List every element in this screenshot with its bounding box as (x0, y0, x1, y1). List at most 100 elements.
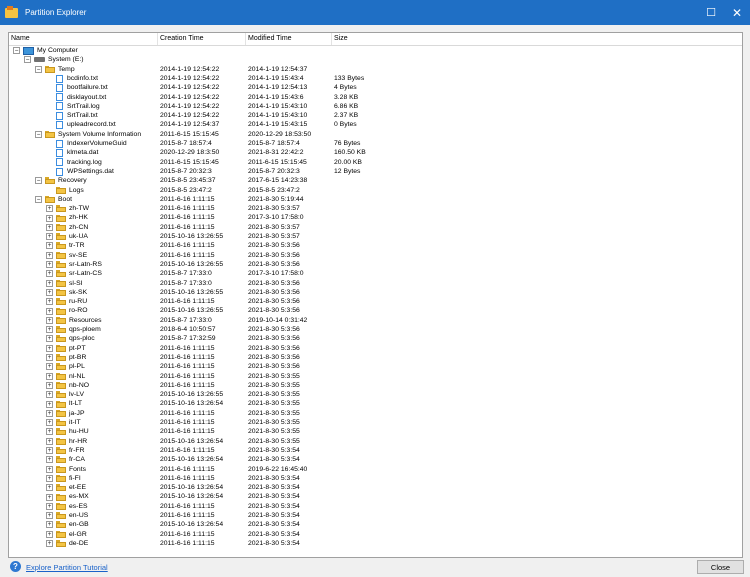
file-tree-panel[interactable]: Name Creation Time Modified Time Size − M… (8, 32, 743, 558)
tree-row[interactable]: + Resources 2015-8-7 17:33:0 2019-10-14 0:3… (9, 316, 742, 325)
expand-icon[interactable]: + (46, 233, 53, 241)
tree-row[interactable]: + zh-TW 2011-6-16 1:11:15 2021-8-30 5:3:57 (9, 204, 742, 213)
tree-row[interactable]: + fr-CA 2015-10-16 13:26:54 2021-8-30 5:3:5… (9, 455, 742, 464)
tree-row[interactable]: + es-ES 2011-6-16 1:11:15 2021-8-30 5:3:54 (9, 502, 742, 511)
tree-row[interactable]: + fi-FI 2011-6-16 1:11:15 2021-8-30 5:3:54 (9, 474, 742, 483)
expand-icon[interactable]: + (46, 465, 53, 473)
expand-icon[interactable]: + (46, 223, 53, 231)
tree-row[interactable]: + it-IT 2011-6-16 1:11:15 2021-8-30 5:3:55 (9, 418, 742, 427)
expand-icon[interactable]: + (46, 540, 53, 548)
tree-row[interactable]: IndexerVolumeGuid 2015-8-7 18:57:4 2015-8-… (9, 139, 742, 148)
tree-row[interactable]: + nb-NO 2011-6-16 1:11:15 2021-8-30 5:3:55 (9, 381, 742, 390)
tree-row[interactable]: + en-GB 2015-10-16 13:26:54 2021-8-30 5:3:5… (9, 520, 742, 529)
tree-row[interactable]: + sr-Latn-RS 2015-10-16 13:26:55 2021-8-30 … (9, 260, 742, 269)
tree-row[interactable]: − Temp 2014-1-19 12:54:22 2014-1-19 12:54:3… (9, 65, 742, 74)
tree-row[interactable]: + pt-BR 2011-6-16 1:11:15 2021-8-30 5:3:56 (9, 353, 742, 362)
expand-icon[interactable]: + (46, 344, 53, 352)
collapse-icon[interactable]: − (35, 130, 42, 138)
tree-row[interactable]: tracking.log 2011-6-15 15:15:45 2011-6-15 … (9, 158, 742, 167)
collapse-icon[interactable]: − (35, 177, 42, 185)
expand-icon[interactable]: + (46, 400, 53, 408)
column-header-creation-time[interactable]: Creation Time (158, 33, 246, 45)
tree-row[interactable]: + pl-PL 2011-6-16 1:11:15 2021-8-30 5:3:56 (9, 362, 742, 371)
expand-icon[interactable]: + (46, 474, 53, 482)
tree-row[interactable]: + ro-RO 2015-10-16 13:26:55 2021-8-30 5:3:5… (9, 306, 742, 315)
column-header-size[interactable]: Size (332, 33, 742, 45)
close-icon[interactable]: ✕ (724, 0, 750, 25)
expand-icon[interactable]: + (46, 419, 53, 427)
expand-icon[interactable]: + (46, 391, 53, 399)
tree-row[interactable]: + qps-ploem 2018-6-4 10:50:57 2021-8-30 5:3… (9, 325, 742, 334)
expand-icon[interactable]: + (46, 428, 53, 436)
column-header-name[interactable]: Name (9, 33, 158, 45)
collapse-icon[interactable]: − (24, 56, 31, 64)
tree-row[interactable]: + fr-FR 2011-6-16 1:11:15 2021-8-30 5:3:54 (9, 446, 742, 455)
collapse-icon[interactable]: − (35, 195, 42, 203)
expand-icon[interactable]: + (46, 372, 53, 380)
expand-icon[interactable]: + (46, 354, 53, 362)
maximize-icon[interactable]: ☐ (698, 0, 724, 25)
tree-row[interactable]: − Boot 2011-6-16 1:11:15 2021-8-30 5:19:44 (9, 195, 742, 204)
expand-icon[interactable]: + (46, 298, 53, 306)
tree-row[interactable]: + es-MX 2015-10-16 13:26:54 2021-8-30 5:3:5… (9, 492, 742, 501)
tree-row[interactable]: + nl-NL 2011-6-16 1:11:15 2021-8-30 5:3:55 (9, 372, 742, 381)
help-icon[interactable]: ? (10, 561, 21, 572)
expand-icon[interactable]: + (46, 502, 53, 510)
expand-icon[interactable]: + (46, 251, 53, 259)
tree-row[interactable]: − My Computer (9, 46, 742, 55)
tree-row[interactable]: + qps-ploc 2015-8-7 17:32:59 2021-8-30 5:3:… (9, 334, 742, 343)
expand-icon[interactable]: + (46, 205, 53, 213)
tree-row[interactable]: + sv-SE 2011-6-16 1:11:15 2021-8-30 5:3:56 (9, 251, 742, 260)
expand-icon[interactable]: + (46, 363, 53, 371)
expand-icon[interactable]: + (46, 484, 53, 492)
expand-icon[interactable]: + (46, 214, 53, 222)
tree-row[interactable]: + et-EE 2015-10-16 13:26:54 2021-8-30 5:3:5… (9, 483, 742, 492)
tree-row[interactable]: + lt-LT 2015-10-16 13:26:54 2021-8-30 5:3:5… (9, 399, 742, 408)
expand-icon[interactable]: + (46, 512, 53, 520)
tree-row[interactable]: bootfailure.txt 2014-1-19 12:54:22 2014-1-… (9, 83, 742, 92)
tree-row[interactable]: − System Volume Information 2011-6-15 15:1… (9, 130, 742, 139)
tree-row[interactable]: disklayout.txt 2014-1-19 12:54:22 2014-1-1… (9, 93, 742, 102)
tree-row[interactable]: + de-DE 2011-6-16 1:11:15 2021-8-30 5:3:54 (9, 539, 742, 548)
expand-icon[interactable]: + (46, 530, 53, 538)
tree-row[interactable]: upleadrecord.txt 2014-1-19 12:54:37 2014-1… (9, 120, 742, 130)
tree-row[interactable]: + zh-HK 2011-6-16 1:11:15 2017-3-10 17:58:0 (9, 213, 742, 222)
collapse-icon[interactable]: − (35, 65, 42, 73)
expand-icon[interactable]: + (46, 437, 53, 445)
expand-icon[interactable]: + (46, 335, 53, 343)
expand-icon[interactable]: + (46, 326, 53, 334)
tree-row[interactable]: + Fonts 2011-6-16 1:11:15 2019-6-22 16:45:4… (9, 465, 742, 474)
tree-row[interactable]: + hu-HU 2011-6-16 1:11:15 2021-8-30 5:3:55 (9, 427, 742, 436)
tree-row[interactable]: − Recovery 2015-8-5 23:45:37 2017-6-15 14:2… (9, 176, 742, 185)
tree-row[interactable]: + zh-CN 2011-6-16 1:11:15 2021-8-30 5:3:57 (9, 223, 742, 232)
explore-partition-tutorial-link[interactable]: Explore Partition Tutorial (26, 563, 108, 572)
expand-icon[interactable]: + (46, 456, 53, 464)
tree-row[interactable]: + uk-UA 2015-10-16 13:26:55 2021-8-30 5:3:5… (9, 232, 742, 241)
expand-icon[interactable]: + (46, 261, 53, 269)
tree-row[interactable]: Logs 2015-8-5 23:47:2 2015-8-5 23:47:2 (9, 186, 742, 195)
expand-icon[interactable]: + (46, 447, 53, 455)
tree-row[interactable]: + sk-SK 2015-10-16 13:26:55 2021-8-30 5:3:5… (9, 288, 742, 297)
tree-row[interactable]: − System (E:) (9, 55, 742, 64)
tree-row[interactable]: + el-GR 2011-6-16 1:11:15 2021-8-30 5:3:54 (9, 530, 742, 539)
expand-icon[interactable]: + (46, 521, 53, 529)
tree-row[interactable]: klmeta.dat 2020-12-29 18:3:50 2021-8-31 22… (9, 148, 742, 157)
tree-row[interactable]: + hr-HR 2015-10-16 13:26:54 2021-8-30 5:3:5… (9, 437, 742, 446)
tree-row[interactable]: bcdinfo.txt 2014-1-19 12:54:22 2014-1-19 1… (9, 74, 742, 83)
expand-icon[interactable]: + (46, 242, 53, 250)
expand-icon[interactable]: + (46, 288, 53, 296)
expand-icon[interactable]: + (46, 493, 53, 501)
tree-row[interactable]: + en-US 2011-6-16 1:11:15 2021-8-30 5:3:54 (9, 511, 742, 520)
tree-row[interactable]: + tr-TR 2011-6-16 1:11:15 2021-8-30 5:3:56 (9, 241, 742, 250)
expand-icon[interactable]: + (46, 270, 53, 278)
expand-icon[interactable]: + (46, 279, 53, 287)
collapse-icon[interactable]: − (13, 47, 20, 55)
expand-icon[interactable]: + (46, 409, 53, 417)
tree-row[interactable]: + lv-LV 2015-10-16 13:26:55 2021-8-30 5:3:5… (9, 390, 742, 399)
tree-row[interactable]: SrtTrail.log 2014-1-19 12:54:22 2014-1-19 … (9, 102, 742, 111)
column-header-modified-time[interactable]: Modified Time (246, 33, 332, 45)
expand-icon[interactable]: + (46, 381, 53, 389)
tree-row[interactable]: + pt-PT 2011-6-16 1:11:15 2021-8-30 5:3:56 (9, 344, 742, 353)
tree-row[interactable]: WPSettings.dat 2015-8-7 20:32:3 2015-8-7 2… (9, 167, 742, 176)
tree-row[interactable]: SrtTrail.txt 2014-1-19 12:54:22 2014-1-19 … (9, 111, 742, 120)
